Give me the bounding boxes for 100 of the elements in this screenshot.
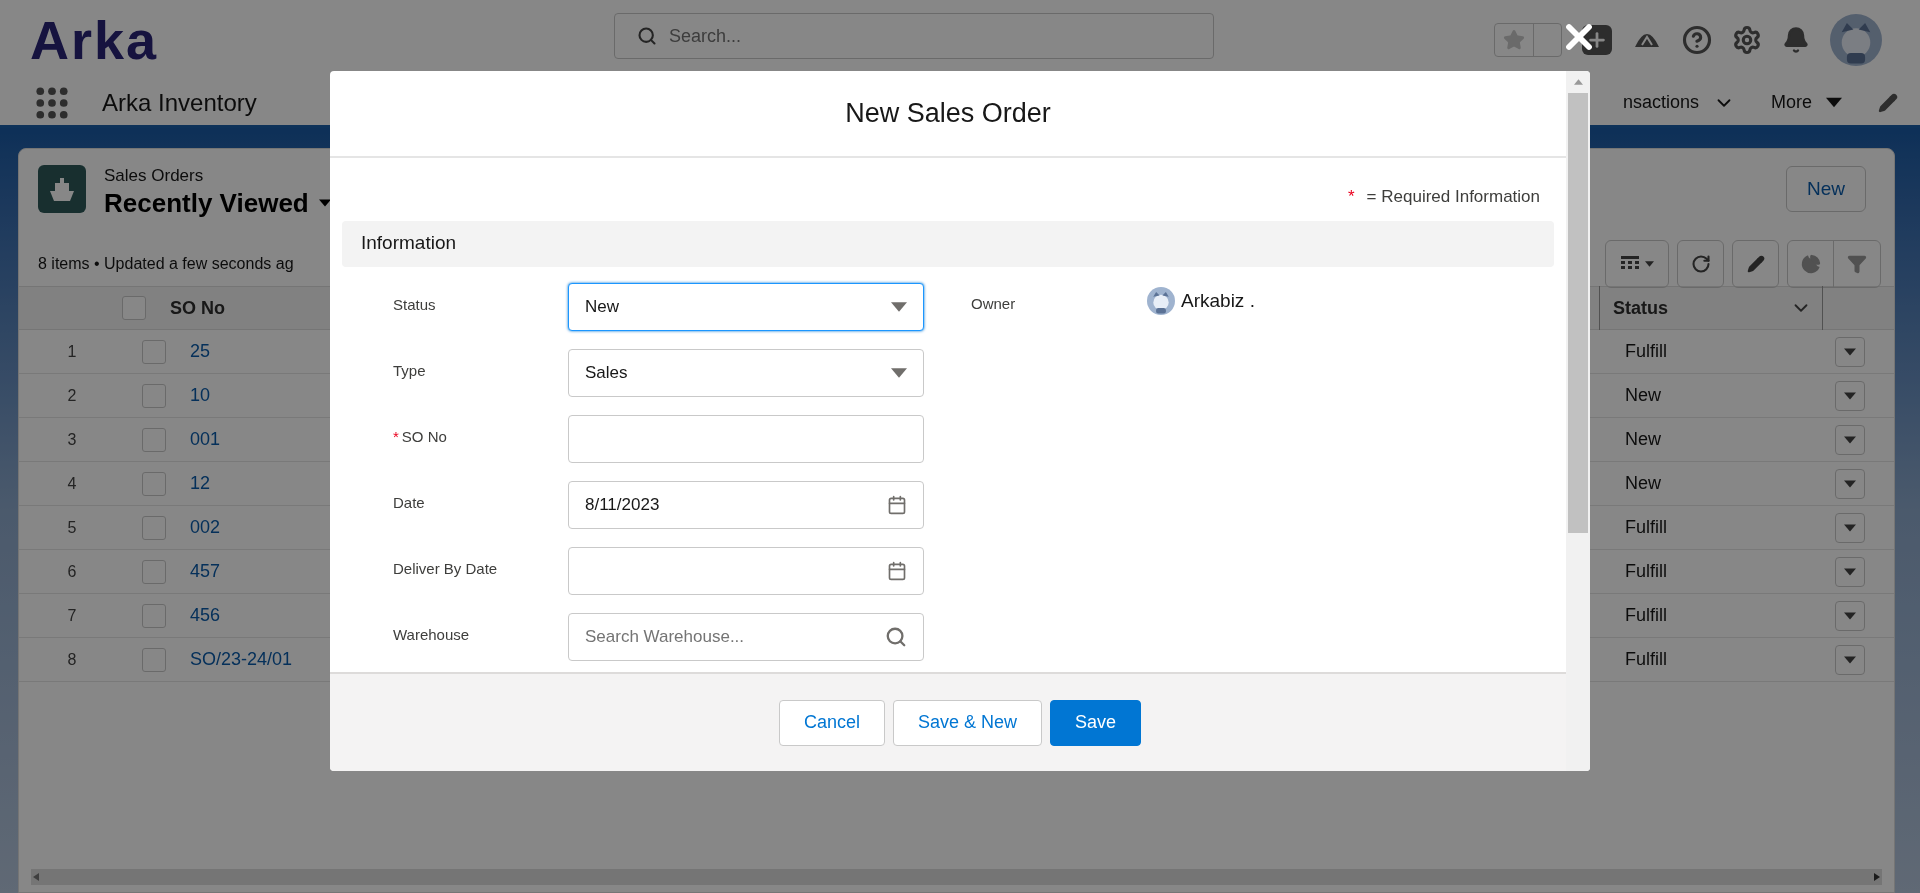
row-checkbox[interactable]	[142, 515, 166, 540]
table-cell-text: New	[1625, 428, 1662, 451]
list-view-name[interactable]: Recently Viewed	[104, 187, 309, 219]
column-header[interactable]: SO No	[170, 294, 225, 322]
field-label: Type	[393, 361, 426, 379]
nav-item[interactable]: nsactions	[1622, 89, 1735, 116]
search-icon[interactable]	[885, 625, 907, 648]
search-field[interactable]: Search...	[614, 13, 1214, 59]
caret-icon	[1826, 97, 1842, 108]
caret-icon	[1844, 347, 1856, 356]
caret-icon	[1844, 567, 1856, 576]
plus-icon	[1586, 29, 1608, 51]
caret-icon	[1844, 391, 1856, 400]
row-checkbox[interactable]	[142, 427, 166, 452]
table-cell-text: Fulfill	[1625, 648, 1668, 671]
app-name: Arka Inventory	[102, 87, 257, 118]
row-action-button[interactable]	[1835, 468, 1865, 499]
field-label: Deliver By Date	[393, 559, 498, 577]
row-number: 5	[66, 517, 78, 538]
save-new-button[interactable]: Save & New	[892, 699, 1042, 746]
edit-icon[interactable]	[1878, 92, 1898, 113]
row-checkbox[interactable]	[142, 383, 166, 408]
avatar-icon	[1147, 286, 1175, 315]
field-label: Owner	[971, 293, 1017, 314]
row-checkbox[interactable]	[142, 339, 166, 364]
input-field[interactable]	[568, 414, 924, 463]
save-button[interactable]: Save	[1050, 699, 1142, 746]
so-number-link[interactable]: 002	[190, 514, 221, 541]
caret-icon	[1844, 523, 1856, 532]
row-checkbox[interactable]	[122, 296, 146, 320]
field-label: Warehouse	[393, 625, 470, 643]
table-icon	[1620, 256, 1639, 272]
row-action-button[interactable]	[1835, 380, 1865, 411]
select-field[interactable]: Sales	[568, 348, 924, 397]
so-number-link[interactable]: 001	[190, 426, 221, 453]
help-icon[interactable]	[1682, 25, 1712, 55]
owner-name: Arkabiz .	[1181, 288, 1255, 313]
row-action-button[interactable]	[1835, 644, 1865, 675]
pie-chart-icon	[1800, 254, 1821, 274]
so-number-link[interactable]: SO/23-24/01	[190, 646, 293, 673]
table-cell-text: Fulfill	[1625, 516, 1668, 539]
row-checkbox[interactable]	[142, 559, 166, 584]
row-action-button[interactable]	[1835, 424, 1865, 455]
row-action-button[interactable]	[1835, 600, 1865, 631]
select-field[interactable]: New	[568, 282, 924, 331]
field-label: Status	[393, 295, 436, 313]
section-header[interactable]: Information	[342, 220, 1554, 267]
calendar-icon[interactable]	[887, 560, 907, 581]
scrollbar-thumb[interactable]	[1568, 93, 1588, 533]
caret-icon	[1644, 261, 1654, 267]
row-checkbox[interactable]	[142, 647, 166, 672]
app-launcher-icon[interactable]	[36, 86, 68, 119]
row-number: 8	[66, 649, 78, 670]
row-checkbox[interactable]	[142, 603, 166, 628]
input-field[interactable]	[568, 546, 924, 595]
caret-icon	[318, 199, 331, 207]
row-checkbox[interactable]	[142, 471, 166, 496]
scroll-right-icon[interactable]	[1874, 873, 1880, 881]
cancel-button[interactable]: Cancel	[778, 699, 885, 746]
caret-icon	[1844, 655, 1856, 664]
required-note: * = Required Information	[1347, 186, 1540, 208]
scroll-up-icon[interactable]	[1573, 79, 1583, 85]
ship-icon	[38, 165, 86, 213]
so-number-link[interactable]: 456	[190, 602, 221, 629]
table-cell-text: New	[1625, 384, 1662, 407]
row-number: 2	[66, 385, 78, 406]
caret-icon	[1844, 611, 1856, 620]
row-number: 1	[66, 341, 78, 362]
row-number: 7	[66, 605, 78, 626]
row-number: 3	[66, 429, 78, 450]
caret-icon	[1844, 479, 1856, 488]
object-name: Sales Orders	[104, 165, 205, 187]
settings-icon[interactable]	[1732, 25, 1762, 55]
so-number-link[interactable]: 10	[190, 382, 211, 409]
input-field[interactable]: 8/11/2023	[568, 480, 924, 529]
row-action-button[interactable]	[1835, 336, 1865, 367]
dropdown-caret-icon	[891, 367, 907, 378]
dropdown-caret-icon	[891, 301, 907, 312]
list-summary: 8 items • Updated a few seconds ag	[38, 254, 294, 274]
calendar-icon[interactable]	[887, 494, 907, 515]
table-cell-text: Fulfill	[1625, 560, 1668, 583]
row-action-button[interactable]	[1835, 512, 1865, 543]
input-field[interactable]: Search Warehouse...	[568, 612, 924, 661]
column-header[interactable]: Status	[1613, 294, 1668, 322]
scroll-left-icon[interactable]	[33, 873, 39, 881]
avatar-icon	[1830, 14, 1882, 66]
pencil-icon	[1746, 255, 1765, 273]
table-cell-text: New	[1625, 472, 1662, 495]
row-number: 4	[66, 473, 78, 494]
row-action-button[interactable]	[1835, 556, 1865, 587]
table-cell-text: Fulfill	[1625, 604, 1668, 627]
so-number-link[interactable]: 457	[190, 558, 221, 585]
so-number-link[interactable]: 12	[190, 470, 211, 497]
nav-item[interactable]: More	[1771, 89, 1842, 116]
notifications-icon[interactable]	[1782, 26, 1810, 54]
new-button[interactable]: New	[1786, 166, 1866, 212]
field-label: Date	[393, 493, 425, 511]
row-number: 6	[66, 561, 78, 582]
star-icon	[1503, 29, 1525, 51]
so-number-link[interactable]: 25	[190, 338, 211, 365]
